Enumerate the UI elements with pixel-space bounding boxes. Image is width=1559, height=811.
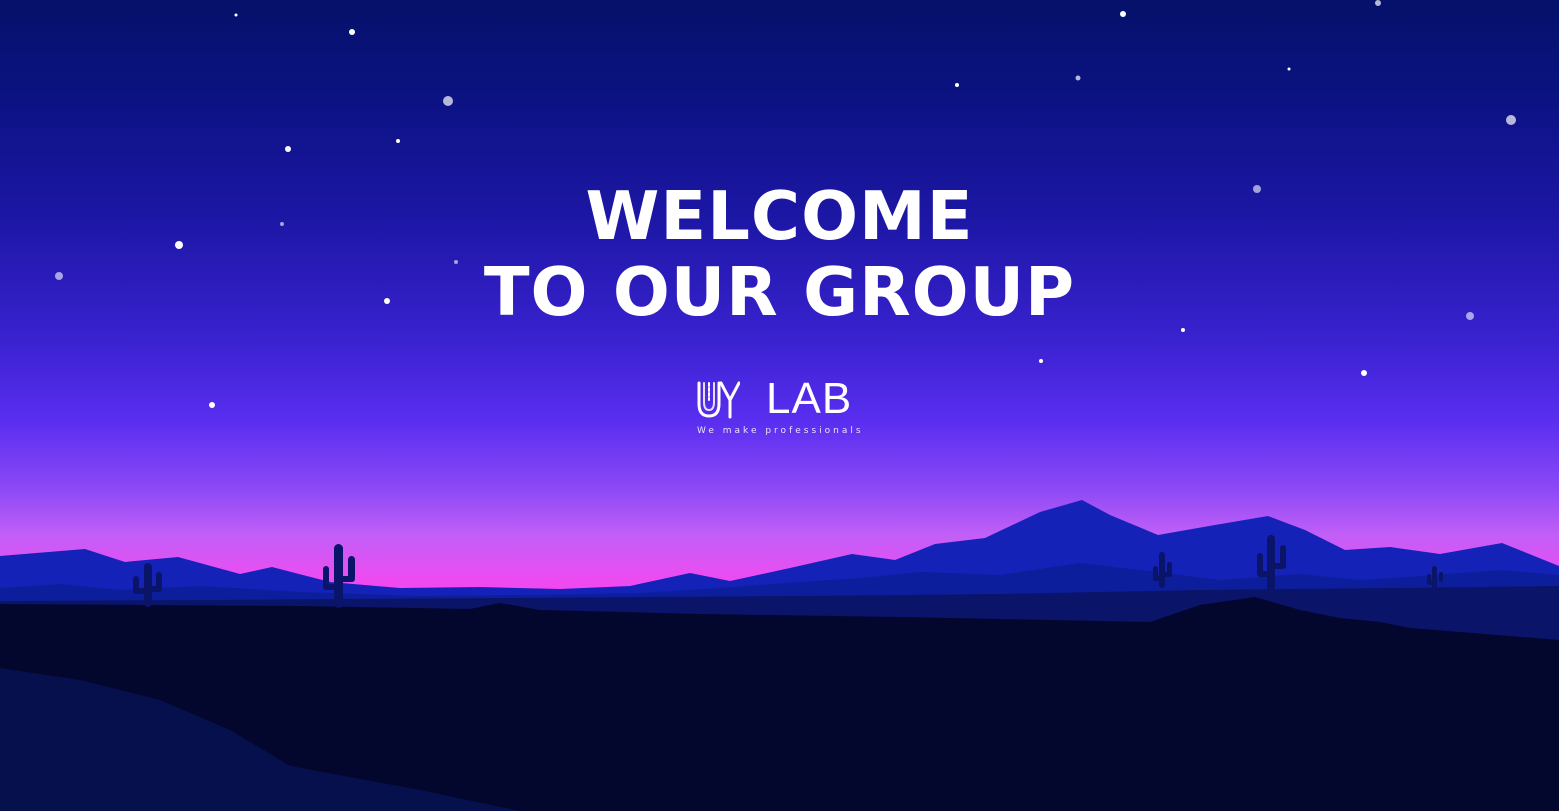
heading-line-1: WELCOME	[585, 177, 974, 255]
uylab-logo: LAB We make professionals	[694, 374, 866, 440]
uy-monogram-icon	[697, 381, 740, 419]
welcome-heading: WELCOME TO OUR GROUP	[0, 178, 1559, 330]
heading-line-2: TO OUR GROUP	[483, 253, 1076, 331]
logo-tagline: We make professionals	[697, 426, 864, 436]
welcome-banner: WELCOME TO OUR GROUP LAB We make profess…	[0, 0, 1559, 811]
logo-wordmark: LAB	[766, 374, 853, 423]
